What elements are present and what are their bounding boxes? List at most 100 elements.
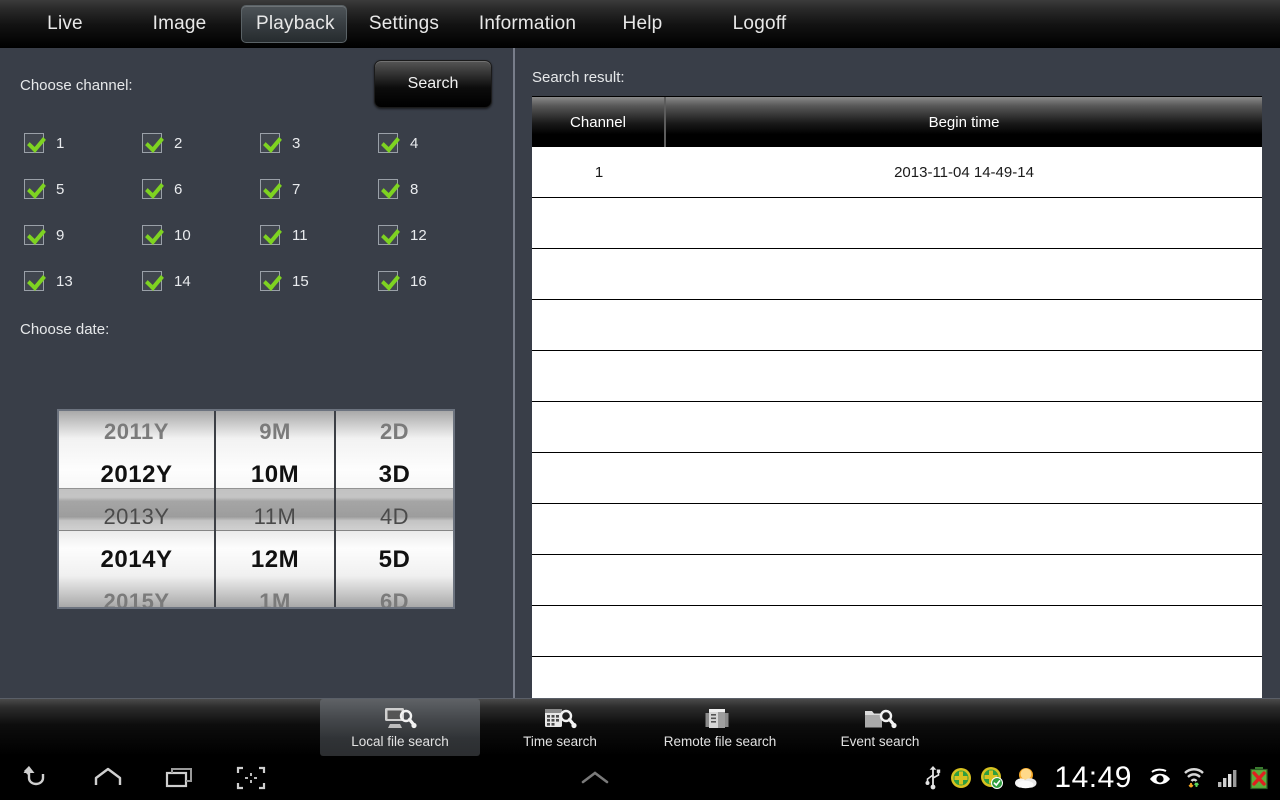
app-root: Live Image Playback Settings Information Help… — [0, 0, 1280, 800]
date-spinner-year-column[interactable]: 2011Y 2012Y 2013Y 2014Y 2015Y — [59, 411, 216, 607]
date-spinner-year-item[interactable]: 2012Y — [59, 454, 214, 497]
cell-begin-time — [666, 606, 1262, 656]
table-row[interactable] — [532, 402, 1262, 453]
checkmark-icon — [142, 271, 162, 291]
date-spinner-day-item[interactable]: 5D — [336, 539, 453, 582]
date-spinner-day-item[interactable]: 6D — [336, 581, 453, 607]
cell-begin-time — [666, 300, 1262, 350]
cell-channel — [532, 300, 666, 350]
channel-checkbox-5[interactable]: 5 — [24, 166, 142, 212]
toolbar-local-file-search[interactable]: Local file search — [320, 699, 480, 756]
table-row[interactable] — [532, 249, 1262, 300]
channel-checkbox-7[interactable]: 7 — [260, 166, 378, 212]
date-spinner-day-item[interactable]: 2D — [336, 411, 453, 454]
checkmark-icon — [24, 133, 44, 153]
channel-number-label: 7 — [292, 180, 301, 198]
channel-checkbox-12[interactable]: 12 — [378, 212, 496, 258]
cell-channel — [532, 351, 666, 401]
channel-checkbox-15[interactable]: 15 — [260, 258, 378, 304]
channel-checkbox-13[interactable]: 13 — [24, 258, 142, 304]
system-clock: 14:49 — [1054, 761, 1132, 794]
table-row[interactable] — [532, 198, 1262, 249]
table-row[interactable] — [532, 300, 1262, 351]
channel-checkbox-2[interactable]: 2 — [142, 120, 260, 166]
date-spinner-year-item[interactable]: 2013Y — [59, 496, 214, 539]
checkmark-icon — [260, 133, 280, 153]
channel-checkbox-3[interactable]: 3 — [260, 120, 378, 166]
toolbar-remote-file-search[interactable]: Remote file search — [640, 699, 800, 756]
date-spinner-day-item[interactable]: 3D — [336, 454, 453, 497]
home-icon[interactable] — [92, 765, 124, 791]
date-spinner-year-item[interactable]: 2014Y — [59, 539, 214, 582]
tab-settings[interactable]: Settings — [354, 6, 454, 42]
channel-checkbox-8[interactable]: 8 — [378, 166, 496, 212]
cell-channel — [532, 249, 666, 299]
channel-checkbox-grid: 1 2 3 4 5 6 7 8 9 10 11 12 13 14 15 16 — [24, 120, 494, 304]
column-header-channel[interactable]: Channel — [532, 97, 666, 147]
signal-icon — [1216, 767, 1240, 789]
cell-channel — [532, 504, 666, 554]
date-spinner-month-column[interactable]: 9M 10M 11M 12M 1M — [216, 411, 336, 607]
usb-icon — [924, 765, 942, 791]
recents-icon[interactable] — [164, 765, 196, 791]
screenshot-icon[interactable] — [236, 765, 266, 791]
date-spinner-month-item[interactable]: 9M — [216, 411, 334, 454]
system-expand-button[interactable] — [266, 767, 924, 789]
table-row[interactable]: 1 2013-11-04 14-49-14 — [532, 147, 1262, 198]
wifi-icon — [1182, 766, 1208, 790]
table-header-row: Channel Begin time — [532, 97, 1262, 147]
system-nav-buttons — [0, 765, 266, 791]
checkmark-icon — [24, 271, 44, 291]
toolbar-item-label: Time search — [523, 734, 597, 749]
toolbar-left-spacer — [0, 699, 320, 756]
cell-channel — [532, 453, 666, 503]
back-icon[interactable] — [22, 765, 52, 791]
table-row[interactable] — [532, 606, 1262, 657]
channel-checkbox-11[interactable]: 11 — [260, 212, 378, 258]
column-header-begin-time[interactable]: Begin time — [666, 97, 1262, 147]
checkmark-icon — [142, 179, 162, 199]
cell-begin-time — [666, 555, 1262, 605]
playback-search-panel: Choose channel: Search 1 2 3 4 5 6 7 8 9 10 11 12 13… — [0, 48, 513, 698]
checkmark-icon — [378, 133, 398, 153]
tab-logoff[interactable]: Logoff — [706, 6, 813, 42]
table-row[interactable] — [532, 453, 1262, 504]
checkmark-icon — [142, 133, 162, 153]
channel-checkbox-9[interactable]: 9 — [24, 212, 142, 258]
channel-checkbox-14[interactable]: 14 — [142, 258, 260, 304]
top-navigation-bar: Live Image Playback Settings Information Help… — [0, 0, 1280, 48]
tab-help[interactable]: Help — [601, 6, 684, 42]
search-button[interactable]: Search — [374, 60, 492, 108]
choose-channel-label: Choose channel: — [20, 77, 133, 94]
table-row[interactable] — [532, 555, 1262, 606]
tab-live[interactable]: Live — [20, 6, 110, 42]
table-row[interactable] — [532, 351, 1262, 402]
channel-number-label: 2 — [174, 134, 183, 152]
date-spinner-year-item[interactable]: 2011Y — [59, 411, 214, 454]
date-spinner-year-item[interactable]: 2015Y — [59, 581, 214, 607]
date-spinner-month-item[interactable]: 10M — [216, 454, 334, 497]
cell-begin-time — [666, 249, 1262, 299]
date-spinner[interactable]: 2011Y 2012Y 2013Y 2014Y 2015Y 9M 10M 11M 12M 1M … — [57, 409, 455, 609]
table-row[interactable] — [532, 504, 1262, 555]
tab-image[interactable]: Image — [127, 6, 232, 42]
date-spinner-month-item[interactable]: 1M — [216, 581, 334, 607]
channel-checkbox-10[interactable]: 10 — [142, 212, 260, 258]
channel-number-label: 10 — [174, 226, 191, 244]
date-spinner-month-item[interactable]: 12M — [216, 539, 334, 582]
date-spinner-day-column[interactable]: 2D 3D 4D 5D 6D — [336, 411, 453, 607]
date-spinner-day-item[interactable]: 4D — [336, 496, 453, 539]
tab-playback[interactable]: Playback — [241, 5, 347, 43]
toolbar-time-search[interactable]: Time search — [480, 699, 640, 756]
tab-information[interactable]: Information — [461, 6, 594, 42]
channel-number-label: 1 — [56, 134, 65, 152]
cell-channel: 1 — [594, 163, 604, 181]
system-status-icons: 14:49 — [924, 761, 1280, 795]
search-mode-toolbar: Local file search Time search Remote file … — [0, 698, 1280, 756]
toolbar-event-search[interactable]: Event search — [800, 699, 960, 756]
channel-checkbox-1[interactable]: 1 — [24, 120, 142, 166]
channel-checkbox-16[interactable]: 16 — [378, 258, 496, 304]
channel-checkbox-4[interactable]: 4 — [378, 120, 496, 166]
date-spinner-month-item[interactable]: 11M — [216, 496, 334, 539]
channel-checkbox-6[interactable]: 6 — [142, 166, 260, 212]
